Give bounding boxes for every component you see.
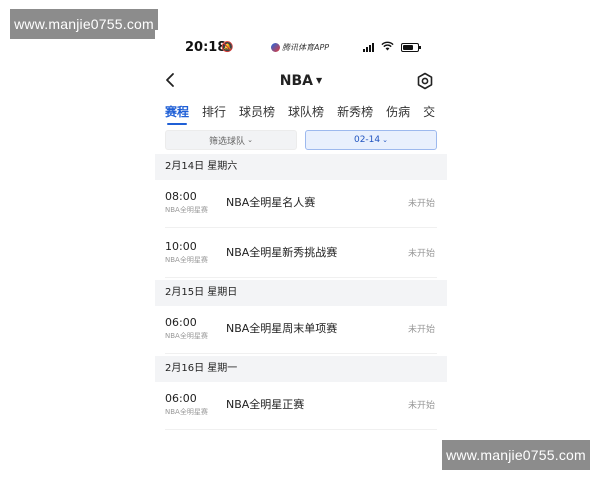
game-league: NBA全明星赛 (165, 408, 208, 416)
tab-5[interactable]: 伤病 (386, 103, 410, 125)
app-logo-icon (271, 43, 280, 52)
watermark-top: www.manjie0755.com (10, 9, 158, 39)
game-row[interactable]: 08:00 NBA全明星赛 NBA全明星名人赛 未开始 (155, 180, 447, 228)
game-name: NBA全明星周末单项赛 (226, 322, 338, 335)
league-selector[interactable]: NBA ▼ (155, 73, 447, 89)
date-picker-button[interactable]: 02-14 ⌄ (305, 130, 437, 150)
game-status: 未开始 (407, 401, 435, 411)
day-header: 2月15日 星期日 (155, 280, 447, 306)
game-name: NBA全明星新秀挑战赛 (226, 246, 338, 259)
status-bar: 20:18 🔕 腾讯体育APP (155, 38, 447, 60)
game-league: NBA全明星赛 (165, 206, 208, 214)
chevron-down-icon: ⌄ (382, 136, 389, 144)
game-status: 未开始 (407, 199, 435, 209)
nav-bar: NBA ▼ (155, 68, 447, 96)
tab-2[interactable]: 球员榜 (239, 103, 275, 125)
game-league: NBA全明星赛 (165, 256, 208, 264)
row-divider (165, 429, 437, 430)
settings-icon[interactable] (416, 72, 434, 90)
filter-team-label: 筛选球队 (209, 136, 246, 147)
bell-muted-icon: 🔕 (221, 42, 234, 53)
tab-4[interactable]: 新秀榜 (337, 103, 373, 125)
tab-1[interactable]: 排行 (202, 103, 226, 125)
chevron-down-icon: ⌄ (247, 136, 253, 144)
game-row[interactable]: 10:00 NBA全明星赛 NBA全明星新秀挑战赛 未开始 (155, 230, 447, 278)
game-row[interactable]: 06:00 NBA全明星赛 NBA全明星正赛 未开始 (155, 382, 447, 430)
tab-bar: 赛程 排行 球员榜 球队榜 新秀榜 伤病交 (165, 103, 447, 125)
tab-0[interactable]: 赛程 (165, 103, 189, 125)
caret-down-icon: ▼ (316, 76, 323, 85)
tab-6[interactable]: 交 (423, 103, 435, 125)
row-divider (165, 277, 437, 278)
game-league: NBA全明星赛 (165, 332, 208, 340)
row-divider (165, 353, 437, 354)
filter-bar: 筛选球队 ⌄ 02-14 ⌄ (165, 130, 437, 150)
wifi-icon (381, 41, 394, 54)
game-time: 06:00 (165, 316, 197, 329)
row-divider (165, 227, 437, 228)
game-name: NBA全明星名人赛 (226, 196, 316, 209)
game-row[interactable]: 06:00 NBA全明星赛 NBA全明星周末单项赛 未开始 (155, 306, 447, 354)
cell-signal-icon (363, 43, 374, 52)
watermark-bottom: www.manjie0755.com (442, 440, 590, 470)
game-status: 未开始 (407, 325, 435, 335)
filter-team-button[interactable]: 筛选球队 ⌄ (165, 130, 297, 150)
game-status: 未开始 (407, 249, 435, 259)
day-header: 2月16日 星期一 (155, 356, 447, 382)
phone-screen: 20:18 🔕 腾讯体育APP NBA ▼ 赛程 排行 球员榜 球队榜 新秀榜 伤病交 筛选… (155, 30, 447, 442)
game-time: 08:00 (165, 190, 197, 203)
page-title: NBA (279, 73, 314, 89)
day-header: 2月14日 星期六 (155, 154, 447, 180)
game-time: 10:00 (165, 240, 197, 253)
app-name: 腾讯体育APP (271, 42, 329, 53)
tab-3[interactable]: 球队榜 (288, 103, 324, 125)
app-name-label: 腾讯体育APP (282, 43, 330, 52)
battery-icon (401, 43, 421, 52)
game-time: 06:00 (165, 392, 197, 405)
date-picker-label: 02-14 (353, 135, 381, 145)
game-name: NBA全明星正赛 (226, 398, 305, 411)
